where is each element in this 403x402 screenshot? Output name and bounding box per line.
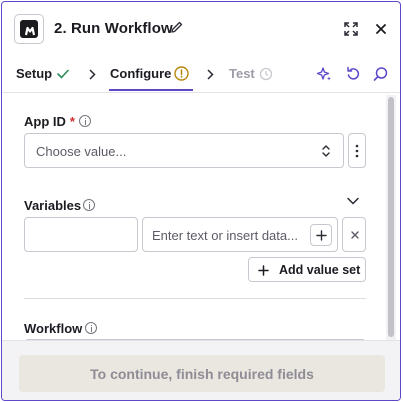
tab-test[interactable]: Test bbox=[229, 66, 255, 81]
plus-icon bbox=[258, 265, 269, 276]
remove-variable-button[interactable] bbox=[342, 217, 366, 252]
add-value-set-button[interactable]: Add value set bbox=[248, 257, 366, 282]
variable-key-input[interactable] bbox=[24, 217, 138, 252]
step-editor-panel: 2. Run Workflow Setup Configure Test App… bbox=[1, 1, 401, 401]
section-divider bbox=[24, 298, 366, 299]
insert-data-button[interactable] bbox=[310, 224, 332, 246]
app-id-label: App ID * bbox=[24, 114, 75, 129]
plus-icon bbox=[316, 230, 327, 241]
kebab-icon bbox=[355, 144, 359, 158]
step-tabs: Setup Configure Test bbox=[2, 56, 400, 92]
app-id-placeholder: Choose value... bbox=[36, 144, 127, 159]
info-icon[interactable] bbox=[79, 115, 91, 127]
more-options-button[interactable] bbox=[348, 133, 366, 168]
panel-header: 2. Run Workflow bbox=[2, 2, 400, 56]
search-icon[interactable] bbox=[373, 66, 389, 82]
chevron-up-down-icon bbox=[322, 145, 330, 157]
close-icon[interactable] bbox=[374, 22, 388, 36]
variables-label: Variables bbox=[24, 198, 82, 213]
scrollbar-thumb[interactable] bbox=[388, 97, 394, 337]
refresh-icon[interactable] bbox=[345, 66, 361, 82]
workflow-label: Workflow bbox=[24, 321, 83, 336]
chevron-right-icon bbox=[89, 69, 96, 80]
info-icon[interactable] bbox=[85, 322, 97, 334]
check-icon bbox=[57, 69, 69, 79]
chevron-down-icon[interactable] bbox=[347, 197, 359, 205]
variable-value-placeholder: Enter text or insert data... bbox=[152, 228, 298, 243]
panel-footer: To continue, finish required fields bbox=[2, 340, 400, 400]
step-title: 2. Run Workflow bbox=[54, 20, 173, 37]
app-id-select[interactable]: Choose value... bbox=[24, 133, 344, 168]
logo-mark-icon bbox=[24, 26, 36, 36]
pencil-icon[interactable] bbox=[170, 20, 184, 34]
variable-value-input[interactable]: Enter text or insert data... bbox=[142, 217, 338, 252]
configure-form: App ID * Choose value... Variables Enter … bbox=[2, 93, 400, 359]
tab-configure[interactable]: Configure bbox=[110, 66, 171, 81]
add-value-set-label: Add value set bbox=[279, 263, 361, 277]
sparkle-icon[interactable] bbox=[316, 66, 332, 82]
warning-icon bbox=[174, 66, 189, 81]
continue-button[interactable]: To continue, finish required fields bbox=[19, 355, 385, 392]
required-marker: * bbox=[69, 114, 75, 129]
active-tab-indicator bbox=[109, 89, 193, 91]
pending-icon bbox=[259, 67, 273, 81]
expand-icon[interactable] bbox=[343, 21, 359, 37]
tab-setup[interactable]: Setup bbox=[16, 66, 52, 81]
app-logo bbox=[14, 14, 44, 44]
chevron-right-icon bbox=[207, 69, 214, 80]
info-icon[interactable] bbox=[83, 199, 95, 211]
close-icon bbox=[351, 231, 359, 239]
